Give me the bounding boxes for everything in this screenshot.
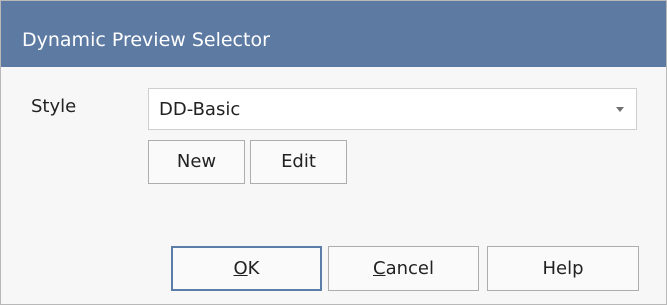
cancel-label-rest: ancel xyxy=(385,257,434,279)
ok-mnemonic: O xyxy=(233,257,248,279)
cancel-mnemonic: C xyxy=(373,257,386,279)
style-dropdown[interactable]: DD-Basic xyxy=(148,88,637,130)
style-dropdown-value: DD-Basic xyxy=(159,99,241,120)
cancel-button-label: Cancel xyxy=(373,257,434,281)
ok-button[interactable]: OK xyxy=(171,246,322,291)
new-button[interactable]: New xyxy=(148,140,245,184)
edit-button[interactable]: Edit xyxy=(250,140,347,184)
edit-button-label: Edit xyxy=(281,151,316,172)
chevron-down-icon[interactable] xyxy=(616,107,624,112)
dialog-title: Dynamic Preview Selector xyxy=(22,29,270,51)
dynamic-preview-selector-dialog: Dynamic Preview Selector Style DD-Basic … xyxy=(0,0,667,305)
ok-label-rest: K xyxy=(247,257,260,279)
ok-button-label: OK xyxy=(234,257,260,281)
help-button-label: Help xyxy=(542,257,584,279)
style-label: Style xyxy=(31,96,77,117)
help-button[interactable]: Help xyxy=(487,246,639,291)
title-bar[interactable]: Dynamic Preview Selector xyxy=(1,1,666,67)
new-button-label: New xyxy=(176,151,217,172)
cancel-button[interactable]: Cancel xyxy=(328,246,479,291)
